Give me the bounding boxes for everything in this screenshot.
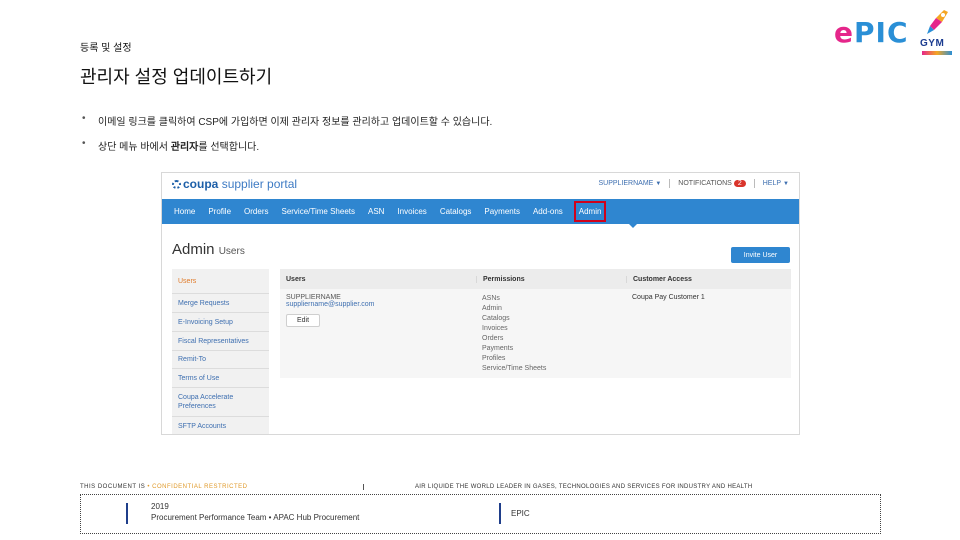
footer-accent-bar <box>126 503 128 524</box>
confidentiality-notice: THIS DOCUMENT IS • CONFIDENTIAL RESTRICT… <box>80 484 248 490</box>
footer-tagline: AIR LIQUIDE THE WORLD LEADER IN GASES, T… <box>415 484 753 490</box>
nav-catalogs[interactable]: Catalogs <box>440 207 472 216</box>
user-name: SUPPLIERNAME <box>286 294 341 301</box>
permissions-list: ASNs Admin Catalogs Invoices Orders Paym… <box>482 295 547 372</box>
footer-team: Procurement Performance Team • APAC Hub … <box>151 513 360 522</box>
bullet-list: 이메일 링크를 클릭하여 CSP에 가입하면 이제 관리자 정보를 관리하고 업… <box>82 113 492 163</box>
nav-home[interactable]: Home <box>174 207 195 216</box>
slide-title: 관리자 설정 업데이트하기 <box>80 67 273 87</box>
notification-count-badge: 2 <box>733 180 746 187</box>
side-item-merge-requests[interactable]: Merge Requests <box>172 294 269 313</box>
active-nav-pointer <box>629 224 637 228</box>
table-header: Users Permissions Customer Access <box>280 269 791 289</box>
side-item-fiscal-representatives[interactable]: Fiscal Representatives <box>172 332 269 351</box>
page-title: Admin Users <box>172 241 245 258</box>
chevron-down-icon: ▼ <box>655 181 662 187</box>
coupa-brand[interactable]: coupa supplier portal <box>172 177 297 191</box>
column-header-permissions: Permissions <box>476 275 626 283</box>
nav-profile[interactable]: Profile <box>208 207 231 216</box>
users-table: Users Permissions Customer Access SUPPLI… <box>280 269 791 378</box>
nav-asn[interactable]: ASN <box>368 207 384 216</box>
nav-service-time-sheets[interactable]: Service/Time Sheets <box>281 207 355 216</box>
footer-accent-bar <box>499 503 501 524</box>
bullet-item: 상단 메뉴 바에서 관리자를 선택합니다. <box>82 138 492 153</box>
invite-user-button[interactable]: Invite User <box>731 247 790 263</box>
side-item-remit-to[interactable]: Remit-To <box>172 351 269 369</box>
user-email[interactable]: suppliername@supplier.com <box>286 301 470 308</box>
admin-side-nav: Users Merge Requests E-Invoicing Setup F… <box>172 269 269 434</box>
rocket-icon <box>927 10 948 34</box>
bullet-item: 이메일 링크를 클릭하여 CSP에 가입하면 이제 관리자 정보를 관리하고 업… <box>82 113 492 128</box>
section-label: 등록 및 설정 <box>80 43 132 54</box>
edit-button[interactable]: Edit <box>286 314 320 327</box>
side-item-users[interactable]: Users <box>172 269 269 294</box>
footer-epic: EPIC <box>511 509 530 518</box>
nav-admin[interactable]: Admin <box>573 201 607 222</box>
footer-divider <box>363 484 364 490</box>
main-nav: Home Profile Orders Service/Time Sheets … <box>162 199 799 224</box>
help-menu[interactable]: HELP ▼ <box>763 180 789 187</box>
nav-add-ons[interactable]: Add-ons <box>533 207 563 216</box>
nav-payments[interactable]: Payments <box>484 207 520 216</box>
side-item-coupa-accelerate[interactable]: Coupa Accelerate Preferences <box>172 388 269 417</box>
footer-year: 2019 <box>151 502 169 511</box>
column-header-customer-access: Customer Access <box>626 275 791 283</box>
gym-logo: GYM <box>916 8 956 58</box>
chevron-down-icon: ▼ <box>783 181 789 187</box>
customer-access: Coupa Pay Customer 1 <box>632 294 705 301</box>
portal-screenshot: coupa supplier portal SUPPLIERNAME ▼ NOTI… <box>161 172 800 435</box>
nav-invoices[interactable]: Invoices <box>397 207 426 216</box>
column-header-users: Users <box>286 275 306 283</box>
side-item-terms-of-use[interactable]: Terms of Use <box>172 369 269 388</box>
notifications-menu[interactable]: NOTIFICATIONS 2 <box>678 180 746 187</box>
coupa-logo-icon <box>172 180 181 189</box>
nav-orders[interactable]: Orders <box>244 207 268 216</box>
side-item-sftp-accounts[interactable]: SFTP Accounts <box>172 417 269 434</box>
user-menu[interactable]: SUPPLIERNAME ▼ <box>598 180 661 187</box>
bold-keyword: 관리자 <box>170 142 199 153</box>
table-row: SUPPLIERNAME suppliername@supplier.com E… <box>280 289 791 378</box>
epic-logo: ePIC <box>834 16 909 49</box>
side-item-e-invoicing-setup[interactable]: E-Invoicing Setup <box>172 313 269 332</box>
